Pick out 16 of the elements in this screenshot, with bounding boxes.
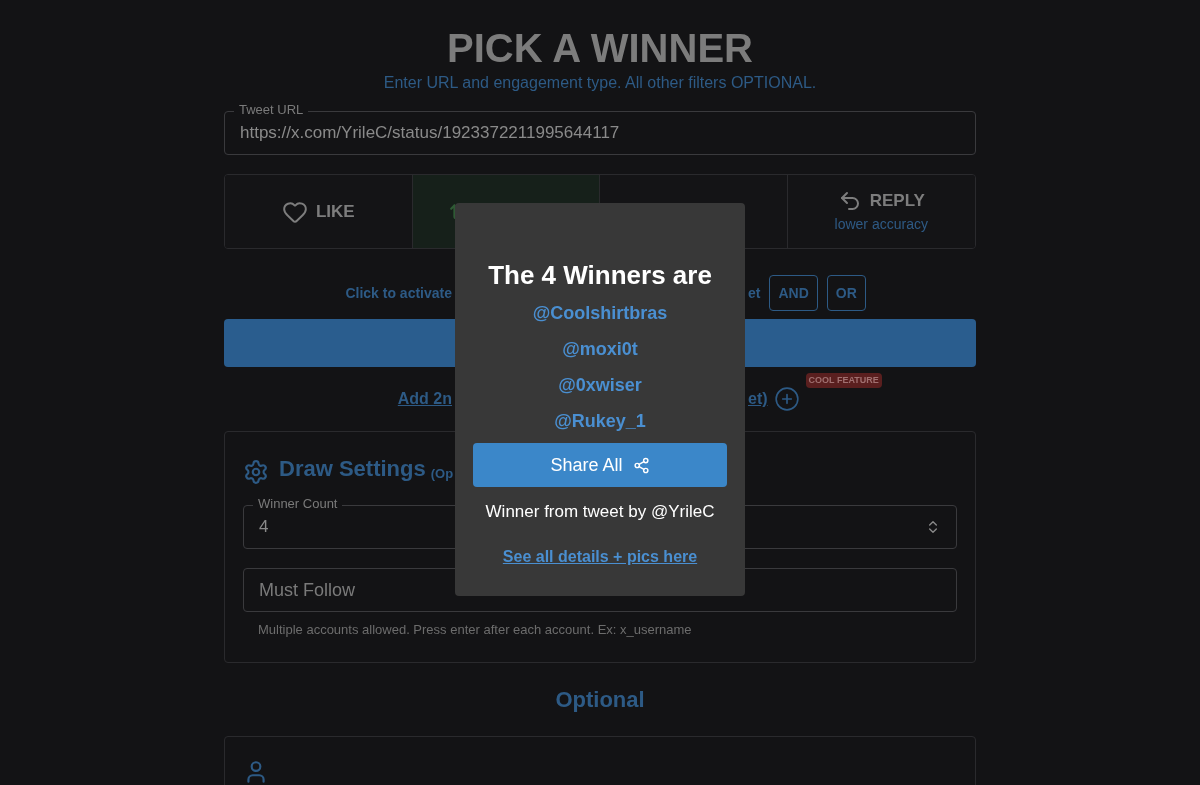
section-heading: Optional bbox=[555, 685, 645, 714]
card-title-suffix: (Op bbox=[430, 464, 454, 483]
tile-label: LIKE bbox=[315, 200, 355, 223]
field-value: https://x.com/YrileC/status/1923372211995644117 bbox=[240, 122, 620, 145]
helper-text: Multiple accounts allowed. Press enter after each account. Ex: x_username bbox=[257, 621, 693, 639]
modal-title: The 4 Winners are bbox=[488, 259, 712, 291]
page-subtitle: Enter URL and engagement type. All other filters OPTIONAL. bbox=[383, 73, 817, 93]
tile-note: lower accuracy bbox=[834, 214, 928, 234]
card-title: Draw Settings bbox=[279, 455, 426, 483]
field-value: 4 bbox=[259, 516, 269, 539]
page-title: PICK A WINNER bbox=[447, 25, 753, 72]
activate-text: Click to activate bbox=[345, 283, 452, 303]
feature-badge: COOL FEATURE bbox=[805, 372, 882, 388]
source-text: Winner from tweet by @YrileC bbox=[485, 501, 715, 523]
tile-label: REPLY bbox=[869, 190, 925, 213]
activate-text: et bbox=[748, 283, 761, 303]
